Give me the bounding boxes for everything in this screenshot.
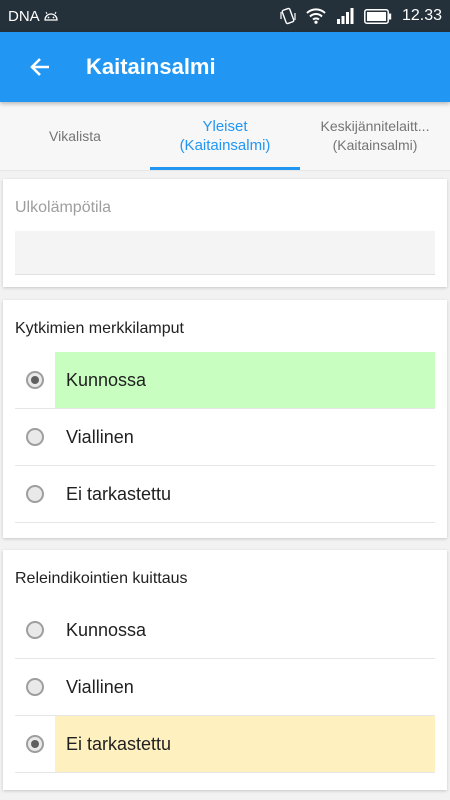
group-title: Kytkimien merkkilamput [15,320,184,337]
radio-button[interactable] [26,485,44,503]
signal-icon [336,8,354,24]
radio-option-viallinen[interactable]: Viallinen [15,659,435,716]
group-title: Releindikointien kuittaus [15,570,188,587]
app-bar: Kaitainsalmi [0,32,450,102]
radio-option-ei-tarkastettu[interactable]: Ei tarkastettu [15,716,435,773]
radio-option-kunnossa[interactable]: Kunnossa [15,602,435,659]
tab-label: Vikalista [49,127,101,144]
radio-selected-dot [31,376,39,384]
wifi-icon [306,8,326,24]
clock: 12.33 [401,7,442,24]
status-bar: DNA 12.33 [0,0,450,32]
tab-vikalista[interactable]: Vikalista [0,102,150,170]
outdoor-temp-label: Ulkolämpötila [15,199,112,216]
radio-option-viallinen[interactable]: Viallinen [15,409,435,466]
radio-button[interactable] [26,621,44,639]
radio-option-ei-tarkastettu[interactable]: Ei tarkastettu [15,466,435,523]
outdoor-temp-input[interactable] [15,231,435,275]
android-icon [44,8,58,25]
option-label: Ei tarkastettu [66,483,172,504]
radio-button[interactable] [26,428,44,446]
back-button[interactable] [22,49,58,85]
option-label: Ei tarkastettu [55,716,435,772]
arrow-left-icon [30,58,49,76]
switch-lamps-card: Kytkimien merkkilamput Kunnossa Vialline… [3,300,447,538]
tab-keskijannitelaitteet[interactable]: Keskijännitelaitt... (Kaitainsalmi) [300,102,450,170]
page-title: Kaitainsalmi [86,54,216,79]
carrier-label: DNA [8,7,40,25]
tab-label: Keskijännitelaitt... [320,118,430,134]
radio-button[interactable] [26,371,44,389]
tab-bar: Vikalista Yleiset (Kaitainsalmi) Keskijä… [0,102,450,171]
radio-button[interactable] [26,678,44,696]
option-label: Kunnossa [66,619,147,640]
outdoor-temp-card: Ulkolämpötila [3,179,447,287]
battery-icon [364,8,392,24]
tab-label: Yleiset [202,118,248,135]
radio-option-kunnossa[interactable]: Kunnossa [15,352,435,409]
relay-indication-card: Releindikointien kuittaus Kunnossa Viall… [3,550,447,790]
option-label: Kunnossa [55,352,435,408]
tab-sublabel: (Kaitainsalmi) [179,137,271,154]
radio-group: Kunnossa Viallinen Ei tarkastettu [15,602,435,773]
radio-selected-dot [31,740,39,748]
option-label: Viallinen [66,426,134,447]
tab-yleiset[interactable]: Yleiset (Kaitainsalmi) [150,102,300,170]
tab-sublabel: (Kaitainsalmi) [332,137,418,153]
radio-group: Kunnossa Viallinen Ei tarkastettu [15,352,435,523]
radio-button[interactable] [26,735,44,753]
vibrate-icon [280,7,296,25]
option-label: Viallinen [66,676,134,697]
